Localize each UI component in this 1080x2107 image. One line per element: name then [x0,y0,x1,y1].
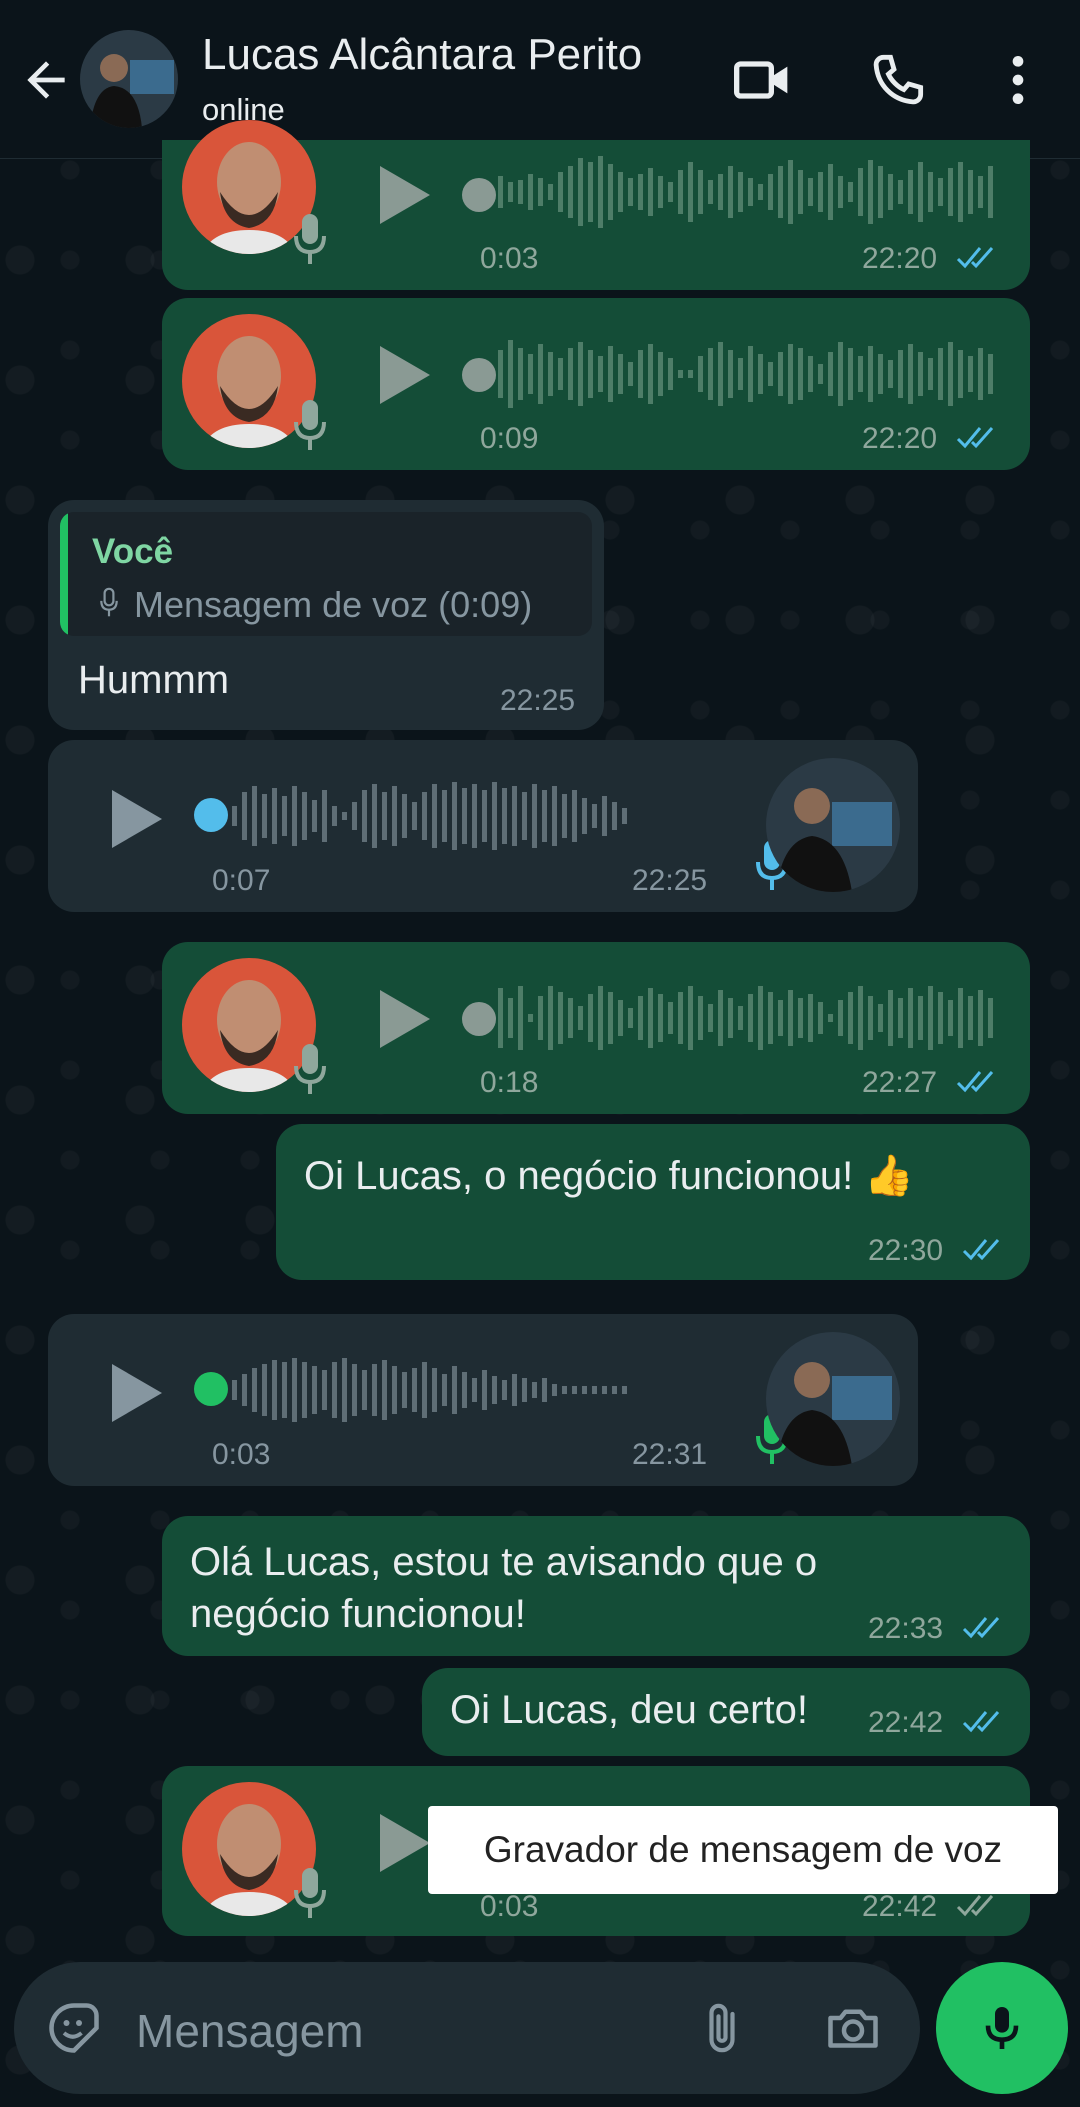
message-text: Hummm [78,658,230,702]
message-input[interactable]: Mensagem [136,2004,364,2058]
message-time: 22:30 [868,1234,944,1267]
videocam-icon[interactable] [730,48,794,112]
voice-duration: 0:03 [480,242,539,275]
message-time: 22:25 [500,684,576,717]
voice-message-outgoing[interactable]: 0:03 22:20 [162,120,1030,290]
voice-duration: 0:09 [480,422,539,455]
playback-position-dot[interactable] [462,178,496,212]
emoji-sticker-icon[interactable] [44,1998,104,2058]
quote-author: Você [92,532,174,571]
playback-position-dot[interactable] [194,1372,228,1406]
message-time: 22:20 [862,242,938,275]
read-ticks-icon [962,1239,1000,1261]
mic-icon [985,2007,1019,2049]
waveform[interactable] [232,776,752,856]
message-text: Oi Lucas, deu certo! [450,1688,808,1732]
voice-duration: 0:03 [212,1438,271,1471]
voice-duration: 0:07 [212,864,271,897]
text-message-outgoing[interactable]: Oi Lucas, deu certo! 22:42 [422,1668,1030,1756]
read-ticks-icon [956,1071,994,1093]
read-ticks-icon [962,1711,1000,1733]
voice-message-incoming[interactable]: 0:03 22:31 [48,1314,918,1486]
message-time: 22:42 [862,1890,938,1923]
waveform[interactable] [498,978,998,1058]
message-time: 22:20 [862,422,938,455]
text-message-incoming[interactable]: Você Mensagem de voz (0:09) Hummm 22:25 [48,500,604,730]
attach-icon[interactable] [694,1996,750,2060]
voice-message-outgoing[interactable]: 0:09 22:20 [162,298,1030,470]
quoted-message[interactable]: Você Mensagem de voz (0:09) [60,512,592,636]
arrow-left-icon[interactable] [18,52,74,108]
play-icon[interactable] [106,786,166,852]
voice-duration: 0:18 [480,1066,539,1099]
waveform[interactable] [498,334,998,414]
waveform[interactable] [498,152,998,232]
voice-recorder-tooltip: Gravador de mensagem de voz [428,1806,1058,1894]
voice-duration: 0:03 [480,1890,539,1923]
message-text-line-2: negócio funcionou! [190,1592,526,1636]
quote-accent-bar [60,512,68,636]
sender-avatar [766,758,900,892]
voice-message-incoming[interactable]: 0:07 22:25 [48,740,918,912]
play-icon[interactable] [106,1360,166,1426]
text-message-outgoing[interactable]: Olá Lucas, estou te avisando que o negóc… [162,1516,1030,1656]
record-voice-button[interactable] [936,1962,1068,2094]
playback-position-dot[interactable] [462,358,496,392]
quote-text: Mensagem de voz (0:09) [134,584,533,625]
mic-icon [294,1868,326,1918]
read-ticks-icon [956,247,994,269]
message-time: 22:42 [868,1706,944,1739]
voice-message-outgoing[interactable]: 0:18 22:27 [162,942,1030,1114]
play-icon[interactable] [374,1810,434,1876]
play-icon[interactable] [374,162,434,228]
contact-avatar[interactable] [80,30,178,128]
message-time: 22:33 [868,1612,944,1645]
playback-position-dot[interactable] [194,798,228,832]
mic-icon [294,400,326,450]
message-time: 22:31 [632,1438,708,1471]
message-text-line-1: Olá Lucas, estou te avisando que o [190,1540,818,1584]
playback-position-dot[interactable] [462,1002,496,1036]
chat-header: Lucas Alcântara Perito online [0,0,1080,159]
message-input-bar[interactable]: Mensagem [14,1962,920,2094]
message-time: 22:27 [862,1066,938,1099]
text-message-outgoing[interactable]: Oi Lucas, o negócio funcionou! 👍 22:30 [276,1124,1030,1280]
play-icon[interactable] [374,986,434,1052]
mic-icon [294,1044,326,1094]
contact-name[interactable]: Lucas Alcântara Perito [202,30,642,80]
mic-icon [100,587,118,617]
mic-icon [294,214,326,264]
sent-ticks-icon [956,1895,994,1917]
read-ticks-icon [956,427,994,449]
more-vert-icon[interactable] [986,48,1050,112]
message-time: 22:25 [632,864,708,897]
camera-icon[interactable] [822,1998,884,2058]
play-icon[interactable] [374,342,434,408]
read-ticks-icon [962,1617,1000,1639]
message-text: Oi Lucas, o negócio funcionou! 👍 [304,1154,915,1198]
sender-avatar [766,1332,900,1466]
phone-icon[interactable] [866,48,930,112]
waveform[interactable] [232,1350,752,1430]
